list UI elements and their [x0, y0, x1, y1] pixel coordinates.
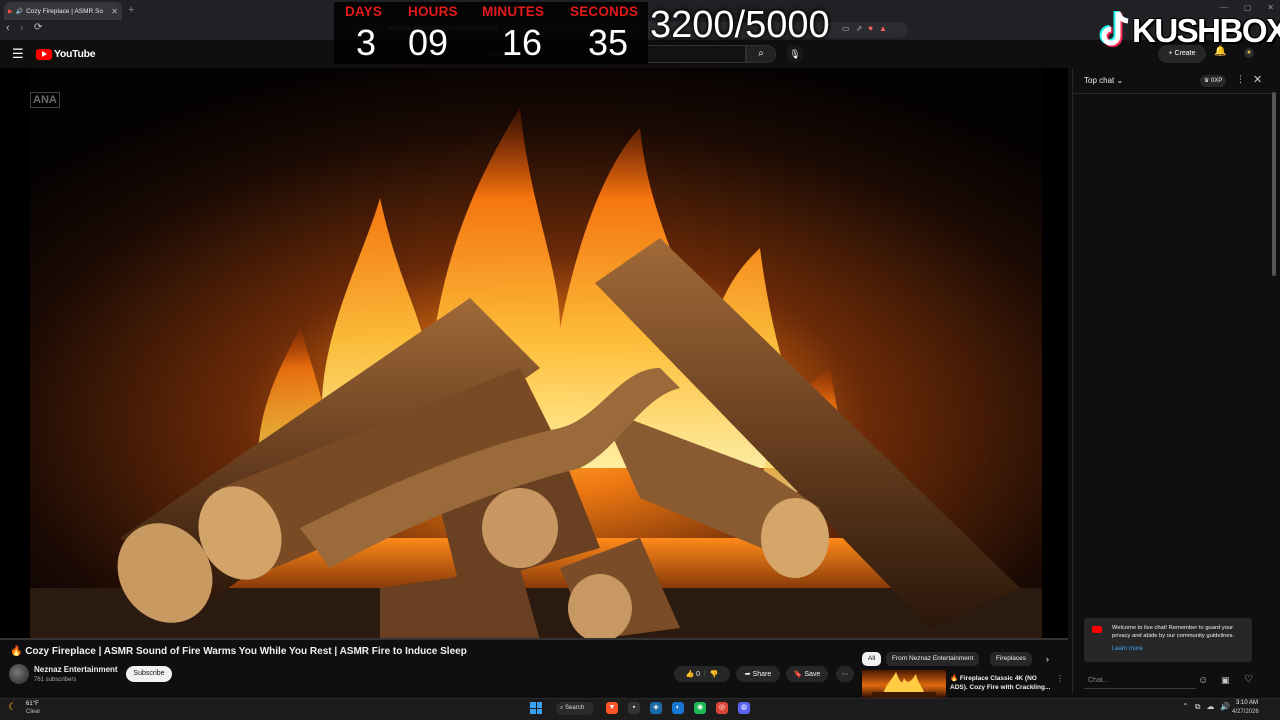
countdown-label-seconds: SECONDS — [570, 4, 639, 19]
windows-start-icon[interactable] — [530, 702, 542, 714]
countdown-label-minutes: MINUTES — [482, 4, 545, 19]
onedrive-icon[interactable]: ☁ — [1206, 702, 1214, 712]
chat-input[interactable]: Chat... — [1084, 673, 1196, 689]
dislike-icon[interactable]: 👎 — [710, 670, 719, 678]
share-button[interactable]: ➦ Share — [736, 666, 780, 682]
browser-tab[interactable]: ▶ 🔊 Cozy Fireplace | ASMR So ✕ — [4, 2, 122, 20]
back-icon[interactable]: ‹ — [6, 22, 10, 34]
video-progress-bar[interactable] — [0, 638, 1068, 640]
youtube-small-icon — [1092, 626, 1102, 633]
video-title: 🔥 Cozy Fireplace | ASMR Sound of Fire Wa… — [10, 646, 467, 657]
clock-date[interactable]: 4/27/2026 — [1232, 709, 1259, 715]
chevron-right-icon[interactable]: › — [1046, 654, 1049, 664]
taskbar-search[interactable]: ⌕ Search — [556, 702, 594, 715]
youtube-play-icon — [36, 48, 52, 60]
more-actions-icon[interactable]: ⋯ — [836, 666, 854, 682]
tiktok-icon — [1099, 11, 1129, 47]
heart-icon[interactable]: ♡ — [1244, 674, 1253, 685]
window-controls: — ▢ ✕ — [1220, 3, 1274, 12]
countdown-label-hours: HOURS — [408, 4, 458, 19]
chat-scrollbar[interactable] — [1272, 92, 1276, 276]
video-watermark: ANA — [30, 92, 60, 108]
youtube-favicon-icon: ▶ — [8, 8, 13, 15]
minimize-icon[interactable]: — — [1220, 3, 1228, 12]
edge-icon[interactable]: ◐ — [672, 702, 684, 714]
countdown-minutes-value: 16 — [502, 22, 543, 63]
weather-description: Clear — [26, 709, 41, 715]
chat-mode-dropdown[interactable]: Top chat ⌄ — [1084, 76, 1123, 85]
chip-all[interactable]: All — [862, 652, 882, 666]
share-page-icon[interactable]: ⇗ — [856, 24, 863, 33]
close-window-icon[interactable]: ✕ — [1267, 3, 1274, 12]
countdown-days-value: 3 — [356, 22, 377, 63]
goal-counter: 3200/5000 — [650, 4, 830, 46]
weather-temperature: 61°F — [26, 701, 39, 707]
like-button[interactable]: 👍 0 — [685, 670, 700, 678]
youtube-logo[interactable]: YouTube — [36, 48, 96, 60]
chat-welcome-text: Welcome to live chat! Remember to guard … — [1112, 625, 1235, 639]
recommendation-title[interactable]: 🔥 Fireplace Classic 4K (NO ADS). Cozy Fi… — [950, 674, 1056, 692]
save-button[interactable]: 🔖 Save — [786, 666, 828, 682]
search-icon[interactable]: ⌕ — [746, 45, 776, 63]
countdown-seconds-value: 35 — [588, 22, 629, 63]
discord-icon[interactable]: ◍ — [738, 702, 750, 714]
windows-taskbar — [0, 698, 1280, 720]
video-player[interactable] — [0, 68, 1068, 640]
maximize-icon[interactable]: ▢ — [1244, 3, 1252, 12]
learn-more-link[interactable]: Learn more — [1112, 646, 1143, 652]
recommendation-thumbnail[interactable] — [862, 670, 946, 698]
recommendation-more-icon[interactable]: ⋮ — [1056, 674, 1064, 683]
terminal-icon[interactable]: ▪ — [628, 702, 640, 714]
brave-shield-icon[interactable]: ♥ — [868, 24, 873, 33]
tab-close-icon[interactable]: ✕ — [111, 7, 118, 16]
chip-fireplaces[interactable]: Fireplaces — [990, 652, 1032, 666]
tray-chevron-icon[interactable]: ⌃ — [1182, 702, 1189, 712]
chip-from-channel[interactable]: From Neznaz Entertainment — [886, 652, 980, 666]
brand-name: KUSHBOX — [1132, 12, 1280, 49]
chrome-icon[interactable]: ◎ — [716, 702, 728, 714]
like-dislike-group: 👍 0 | 👎 — [674, 666, 730, 682]
brave-icon[interactable]: ▼ — [606, 702, 618, 714]
weather-moon-icon[interactable]: ☾ — [8, 702, 17, 713]
spotify-icon[interactable]: ◉ — [694, 702, 706, 714]
forward-icon[interactable]: › — [20, 22, 24, 34]
microphone-icon[interactable]: 🎙 — [786, 45, 804, 63]
steam-icon[interactable]: ◈ — [650, 702, 662, 714]
channel-name[interactable]: Neznaz Entertainment — [34, 665, 118, 674]
volume-icon[interactable]: 🔊 — [1220, 702, 1230, 712]
chat-close-icon[interactable]: ✕ — [1253, 73, 1262, 86]
brave-rewards-icon[interactable]: ▲ — [879, 24, 887, 33]
chat-more-icon[interactable]: ⋮ — [1236, 74, 1245, 85]
new-tab-button[interactable]: + — [128, 3, 134, 17]
audio-playing-icon[interactable]: 🔊 — [16, 8, 23, 15]
live-chat-panel — [1072, 68, 1274, 694]
cast-icon[interactable]: ▭ — [842, 24, 850, 33]
tab-title: Cozy Fireplace | ASMR So — [26, 7, 103, 15]
subscriber-count: 761 subscribers — [34, 677, 77, 683]
menu-icon[interactable]: ☰ — [12, 46, 24, 62]
emoji-icon[interactable]: ☺ — [1198, 675, 1208, 686]
network-icon[interactable]: ⧉ — [1195, 702, 1201, 712]
chat-points-badge[interactable]: ♛ 0XP — [1200, 75, 1227, 87]
fire-thumbnail-icon — [872, 672, 936, 698]
countdown-label-days: DAYS — [345, 4, 383, 19]
super-chat-icon[interactable]: ▣ — [1221, 675, 1230, 686]
fireplace-video-frame — [0, 68, 1068, 640]
clock-time[interactable]: 3:10 AM — [1236, 700, 1258, 706]
channel-avatar[interactable] — [9, 664, 29, 684]
system-tray: ⌃ ⧉ ☁ 🔊 — [1182, 702, 1230, 712]
subscribe-button[interactable]: Subscribe — [126, 666, 172, 682]
reload-icon[interactable]: ⟳ — [34, 22, 42, 33]
extension-icons: ▭ ⇗ ♥ ▲ — [842, 24, 887, 33]
countdown-hours-value: 09 — [408, 22, 449, 63]
youtube-logo-text: YouTube — [54, 48, 96, 60]
